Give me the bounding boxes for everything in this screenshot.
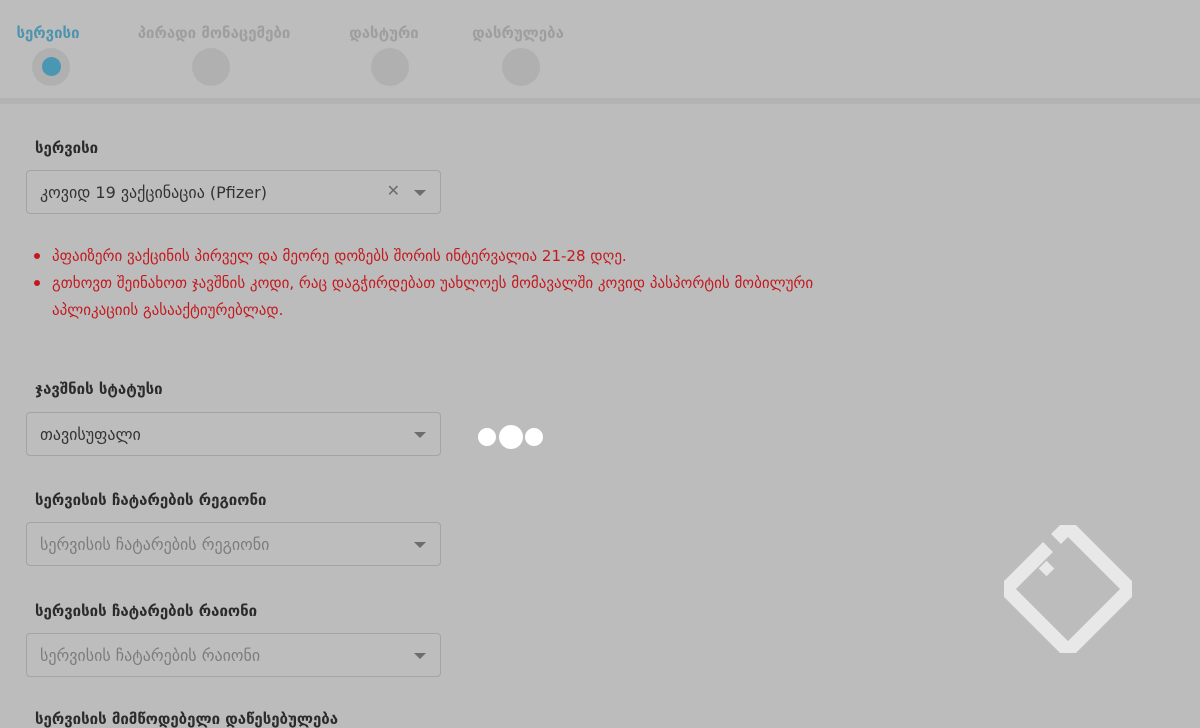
step-indicator: [502, 48, 540, 86]
step-indicator: [371, 48, 409, 86]
step-label: დასტური: [349, 24, 419, 42]
step-label: სერვისი: [16, 24, 80, 42]
chevron-down-icon[interactable]: [414, 190, 426, 196]
service-notes: პფაიზერი ვაქცინის პირველ და მეორე დოზებს…: [30, 243, 830, 324]
district-label: სერვისის ჩატარების რაიონი: [35, 602, 258, 620]
service-value: კოვიდ 19 ვაქცინაცია (Pfizer): [40, 183, 267, 202]
booking-status-value: თავისუფალი: [40, 425, 141, 444]
step-indicator: [192, 48, 230, 86]
loading-dots-icon: [478, 424, 548, 450]
step-label: დასრულება: [472, 24, 564, 42]
booking-status-label: ჯავშნის სტატუსი: [35, 380, 163, 398]
district-select[interactable]: სერვისის ჩატარების რაიონი: [26, 633, 441, 677]
district-placeholder: სერვისის ჩატარების რაიონი: [40, 646, 261, 665]
progress-stepper: სერვისი პირადი მონაცემები დასტური დასრულ…: [0, 0, 1200, 104]
chevron-down-icon[interactable]: [414, 542, 426, 548]
region-select[interactable]: სერვისის ჩატარების რეგიონი: [26, 522, 441, 566]
chevron-down-icon[interactable]: [414, 653, 426, 659]
close-icon[interactable]: ✕: [387, 181, 400, 200]
step-indicator: [32, 48, 70, 86]
service-select[interactable]: კოვიდ 19 ვაქცინაცია (Pfizer) ✕: [26, 170, 441, 214]
booking-status-select[interactable]: თავისუფალი: [26, 412, 441, 456]
note-item: გთხოვთ შეინახოთ ჯავშნის კოდი, რაც დაგჭირ…: [30, 270, 830, 324]
service-label: სერვისი: [35, 139, 99, 157]
provider-label: სერვისის მიმწოდებელი დაწესებულება: [35, 710, 339, 728]
step-label: პირადი მონაცემები: [137, 24, 291, 42]
region-label: სერვისის ჩატარების რეგიონი: [35, 491, 267, 509]
diamond-logo: [1004, 525, 1132, 653]
region-placeholder: სერვისის ჩატარების რეგიონი: [40, 535, 270, 554]
note-item: პფაიზერი ვაქცინის პირველ და მეორე დოზებს…: [30, 243, 830, 270]
chevron-down-icon[interactable]: [414, 432, 426, 438]
